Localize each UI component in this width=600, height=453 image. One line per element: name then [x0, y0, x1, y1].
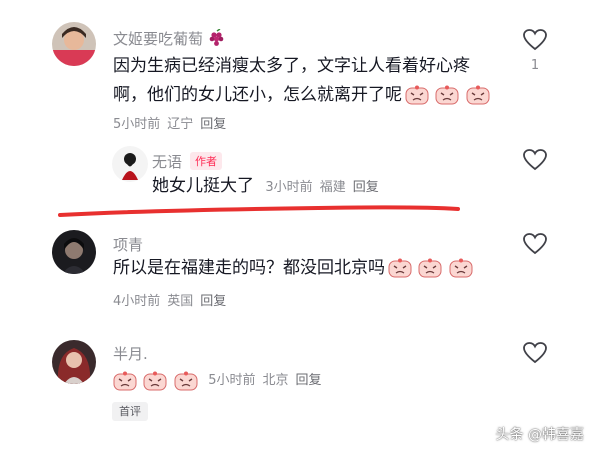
watermark: 头条 @韩喜嘉: [495, 427, 584, 443]
heart-icon[interactable]: [522, 148, 548, 172]
comment-text-line: 她女儿挺大了 3小时前 福建 回复: [152, 172, 386, 202]
comment-time: 5小时前: [208, 373, 256, 388]
avatar[interactable]: [52, 340, 96, 384]
red-underline-annotation: [58, 205, 460, 217]
crying-face-icon: [388, 258, 412, 278]
reply-button[interactable]: 回复: [200, 294, 226, 309]
emoji-group: [113, 371, 199, 401]
comment-location: 福建: [319, 180, 346, 195]
avatar[interactable]: [52, 22, 96, 66]
like-count: 1: [530, 58, 540, 73]
username[interactable]: 半月.: [113, 343, 148, 364]
comment-meta: 5小时前 辽宁 回复: [113, 113, 233, 132]
heart-icon[interactable]: [522, 341, 548, 365]
username-text: 无语: [152, 153, 183, 171]
comment-text-line-1: 因为生病已经消瘦太多了，文字让人看着好心疼: [113, 56, 470, 76]
emoji-group: [388, 258, 474, 288]
heart-icon[interactable]: [522, 232, 548, 256]
avatar[interactable]: [112, 146, 148, 182]
avatar[interactable]: [52, 230, 96, 274]
comment-meta: 4小时前 英国 回复: [113, 290, 233, 309]
crying-face-icon: [143, 371, 167, 391]
comment-text-line: 5小时前 北京 回复: [113, 366, 329, 401]
comment-text-line-2: 啊，他们的女儿还小，怎么就离开了呢: [113, 81, 491, 115]
comment-text-line: 所以是在福建走的吗？都没回北京吗: [113, 254, 474, 288]
emoji-group: [405, 85, 491, 115]
username[interactable]: 项青: [113, 234, 143, 255]
username[interactable]: 文姬要吃葡萄: [113, 28, 226, 49]
reply-button[interactable]: 回复: [296, 373, 322, 388]
crying-face-icon: [113, 371, 137, 391]
heart-icon[interactable]: [522, 28, 548, 52]
comment-location: 辽宁: [167, 117, 194, 132]
username[interactable]: 无语 作者: [152, 151, 223, 172]
comment-time: 5小时前: [113, 117, 161, 132]
author-tag: 作者: [190, 152, 223, 170]
crying-face-icon: [405, 85, 429, 105]
crying-face-icon: [449, 258, 473, 278]
comment-text: 她女儿挺大了: [152, 176, 254, 196]
reply-button[interactable]: 回复: [200, 117, 226, 132]
crying-face-icon: [174, 371, 198, 391]
comment-location: 北京: [262, 373, 289, 388]
crying-face-icon: [466, 85, 490, 105]
comment-meta: 5小时前 北京 回复: [208, 373, 328, 388]
comment-text: 啊，他们的女儿还小，怎么就离开了呢: [113, 85, 402, 105]
comment-meta: 3小时前 福建 回复: [265, 180, 385, 195]
grape-icon: [209, 28, 224, 46]
reply-button[interactable]: 回复: [353, 180, 379, 195]
comment-location: 英国: [167, 294, 194, 309]
username-text: 文姬要吃葡萄: [113, 30, 204, 48]
comment-time: 4小时前: [113, 294, 161, 309]
comment-text: 所以是在福建走的吗？都没回北京吗: [113, 258, 385, 278]
crying-face-icon: [435, 85, 459, 105]
comment-time: 3小时前: [265, 180, 313, 195]
crying-face-icon: [418, 258, 442, 278]
first-comment-tag: 首评: [112, 402, 148, 421]
